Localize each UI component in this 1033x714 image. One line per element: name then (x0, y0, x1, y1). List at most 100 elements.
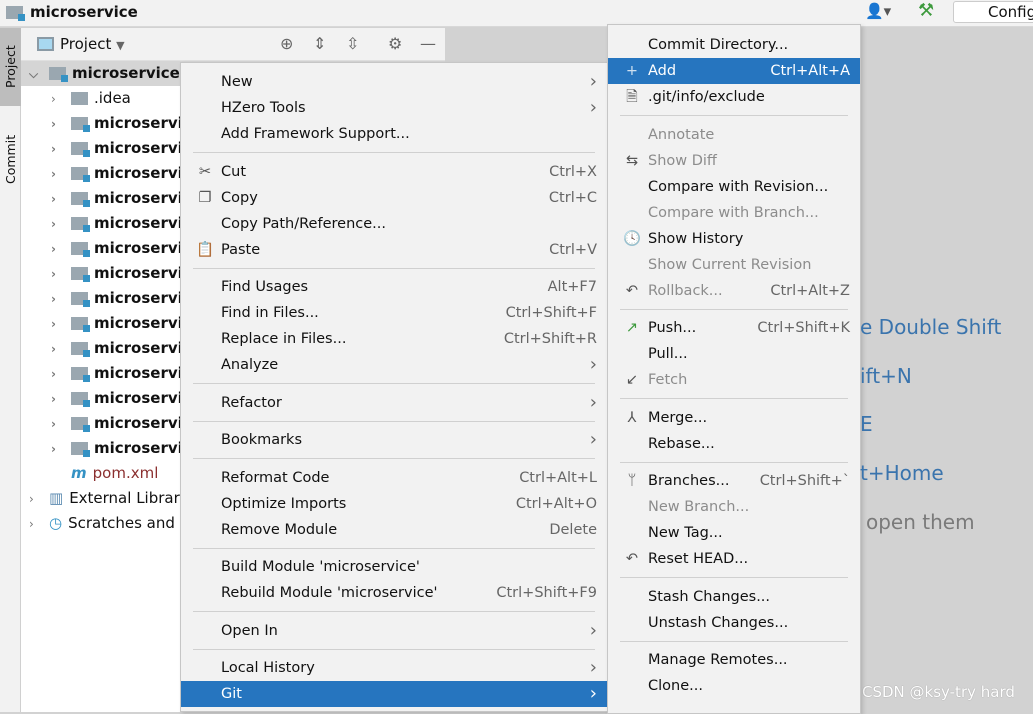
menu-item-refactor[interactable]: Refactor › (181, 390, 607, 416)
menu-item-push[interactable]: ↗ Push... Ctrl+Shift+K (608, 315, 860, 341)
tree-item[interactable]: › microservice (21, 161, 202, 186)
locate-icon[interactable]: ⊕ (280, 34, 293, 53)
run-configuration-selector[interactable]: Config (953, 1, 1033, 23)
menu-item-clone[interactable]: Clone... (608, 673, 860, 699)
tree-item[interactable]: › microservice (21, 236, 202, 261)
chevron-right-icon[interactable]: › (51, 387, 71, 412)
collapse-all-icon[interactable]: ⇳ (346, 34, 359, 53)
tree-item[interactable]: m pom.xml (21, 461, 158, 486)
menu-item-remove-module[interactable]: Remove Module Delete (181, 517, 607, 543)
chevron-right-icon[interactable]: › (51, 362, 71, 387)
menu-item-show-diff[interactable]: ⇆ Show Diff (608, 148, 860, 174)
menu-item-add-framework-support[interactable]: Add Framework Support... (181, 121, 607, 147)
chevron-right-icon[interactable]: › (29, 487, 49, 512)
chevron-right-icon[interactable]: › (51, 187, 71, 212)
menu-item-new-branch[interactable]: New Branch... (608, 494, 860, 520)
minimize-icon[interactable]: — (420, 34, 436, 53)
chevron-right-icon[interactable]: › (51, 412, 71, 437)
menu-item-cut[interactable]: ✂ Cut Ctrl+X (181, 159, 607, 185)
menu-item-find-usages[interactable]: Find Usages Alt+F7 (181, 274, 607, 300)
menu-item-rebase[interactable]: Rebase... (608, 431, 860, 457)
menu-item-paste[interactable]: 📋 Paste Ctrl+V (181, 237, 607, 263)
project-breadcrumb[interactable]: microservice (30, 3, 138, 21)
menu-item-find-in-files[interactable]: Find in Files... Ctrl+Shift+F (181, 300, 607, 326)
chevron-right-icon: › (589, 97, 597, 118)
scratches-icon: ◷ (49, 514, 63, 532)
chevron-right-icon[interactable]: › (51, 112, 71, 137)
chevron-down-icon[interactable]: ⌵ (29, 62, 49, 87)
menu-item-git[interactable]: Git › (181, 681, 607, 707)
tree-item[interactable]: › microservice (21, 211, 202, 236)
menu-item-fetch[interactable]: ↙ Fetch (608, 367, 860, 393)
chevron-right-icon[interactable]: › (51, 312, 71, 337)
menu-item-rollback[interactable]: ↶ Rollback... Ctrl+Alt+Z (608, 278, 860, 304)
user-icon[interactable]: 👤▾ (865, 2, 891, 20)
module-folder-icon (71, 142, 90, 157)
menu-item-annotate[interactable]: Annotate (608, 122, 860, 148)
menu-item-reset-head[interactable]: ↶ Reset HEAD... (608, 546, 860, 572)
tree-item[interactable]: › microservice (21, 186, 202, 211)
tree-item[interactable]: › microservice (21, 286, 202, 311)
menu-item-new-tag[interactable]: New Tag... (608, 520, 860, 546)
tree-item[interactable]: › .idea (21, 86, 131, 111)
tree-item[interactable]: › microservice (21, 411, 202, 436)
chevron-right-icon[interactable]: › (51, 287, 71, 312)
expand-all-icon[interactable]: ⇕ (313, 34, 326, 53)
gear-icon[interactable]: ⚙ (388, 34, 402, 53)
tab-commit[interactable]: Commit (0, 120, 21, 198)
menu-item-copy-path-reference[interactable]: Copy Path/Reference... (181, 211, 607, 237)
menu-item-branches[interactable]: ᛘ Branches... Ctrl+Shift+` (608, 468, 860, 494)
menu-item-stash-changes[interactable]: Stash Changes... (608, 584, 860, 610)
menu-item-optimize-imports[interactable]: Optimize Imports Ctrl+Alt+O (181, 491, 607, 517)
tab-project[interactable]: Project (0, 28, 21, 106)
menu-item-merge[interactable]: ⅄ Merge... (608, 405, 860, 431)
menu-item-bookmarks[interactable]: Bookmarks › (181, 427, 607, 453)
menu-item-pull[interactable]: Pull... (608, 341, 860, 367)
menu-item-hzero-tools[interactable]: HZero Tools › (181, 95, 607, 121)
chevron-right-icon[interactable]: › (51, 162, 71, 187)
tree-item[interactable]: › microservice (21, 311, 202, 336)
menu-item-analyze[interactable]: Analyze › (181, 352, 607, 378)
tree-item[interactable]: › microservice (21, 111, 202, 136)
chevron-right-icon[interactable]: › (51, 337, 71, 362)
chevron-right-icon[interactable]: › (51, 437, 71, 462)
tree-item[interactable]: › microservice (21, 436, 202, 461)
tree-item[interactable]: › ▥ External Libraries (21, 486, 201, 511)
menu-item-copy[interactable]: ❐ Copy Ctrl+C (181, 185, 607, 211)
menu-item-show-history[interactable]: 🕓 Show History (608, 226, 860, 252)
diff-icon: ⇆ (625, 152, 639, 169)
menu-item-add[interactable]: + Add Ctrl+Alt+A (608, 58, 860, 84)
chevron-right-icon[interactable]: › (51, 237, 71, 262)
tree-item[interactable]: › microservice (21, 136, 202, 161)
menu-item-rebuild-module-microservice[interactable]: Rebuild Module 'microservice' Ctrl+Shift+… (181, 580, 607, 606)
menu-item-label: New Branch... (648, 499, 750, 515)
tree-item[interactable]: › microservice (21, 336, 202, 361)
menu-item-manage-remotes[interactable]: Manage Remotes... (608, 647, 860, 673)
menu-item-compare-with-revision[interactable]: Compare with Revision... (608, 174, 860, 200)
menu-item-commit-directory[interactable]: Commit Directory... (608, 32, 860, 58)
build-hammer-icon[interactable]: ⚒ (918, 0, 934, 21)
menu-item-local-history[interactable]: Local History › (181, 655, 607, 681)
chevron-right-icon[interactable]: › (51, 137, 71, 162)
menu-item-replace-in-files[interactable]: Replace in Files... Ctrl+Shift+R (181, 326, 607, 352)
menu-item-git-info-exclude[interactable]: 🗎 .git/info/exclude (608, 84, 860, 110)
tree-item[interactable]: › microservice (21, 386, 202, 411)
menu-item-reformat-code[interactable]: Reformat Code Ctrl+Alt+L (181, 465, 607, 491)
menu-item-label: Manage Remotes... (648, 652, 788, 668)
menu-item-new[interactable]: New › (181, 69, 607, 95)
libraries-icon: ▥ (49, 489, 64, 507)
menu-item-unstash-changes[interactable]: Unstash Changes... (608, 610, 860, 636)
tree-item[interactable]: › microservice (21, 261, 202, 286)
editor-hint: e Double Shift (860, 315, 1002, 339)
menu-item-build-module-microservice[interactable]: Build Module 'microservice' (181, 554, 607, 580)
menu-item-show-current-revision[interactable]: Show Current Revision (608, 252, 860, 278)
tree-item[interactable]: › microservice (21, 361, 202, 386)
shortcut-label: Ctrl+V (549, 241, 597, 258)
chevron-right-icon[interactable]: › (51, 262, 71, 287)
menu-item-compare-with-branch[interactable]: Compare with Branch... (608, 200, 860, 226)
chevron-right-icon[interactable]: › (29, 512, 49, 537)
project-view-selector[interactable]: Project ▼ (37, 35, 125, 53)
chevron-right-icon[interactable]: › (51, 87, 71, 112)
chevron-right-icon[interactable]: › (51, 212, 71, 237)
menu-item-open-in[interactable]: Open In › (181, 618, 607, 644)
